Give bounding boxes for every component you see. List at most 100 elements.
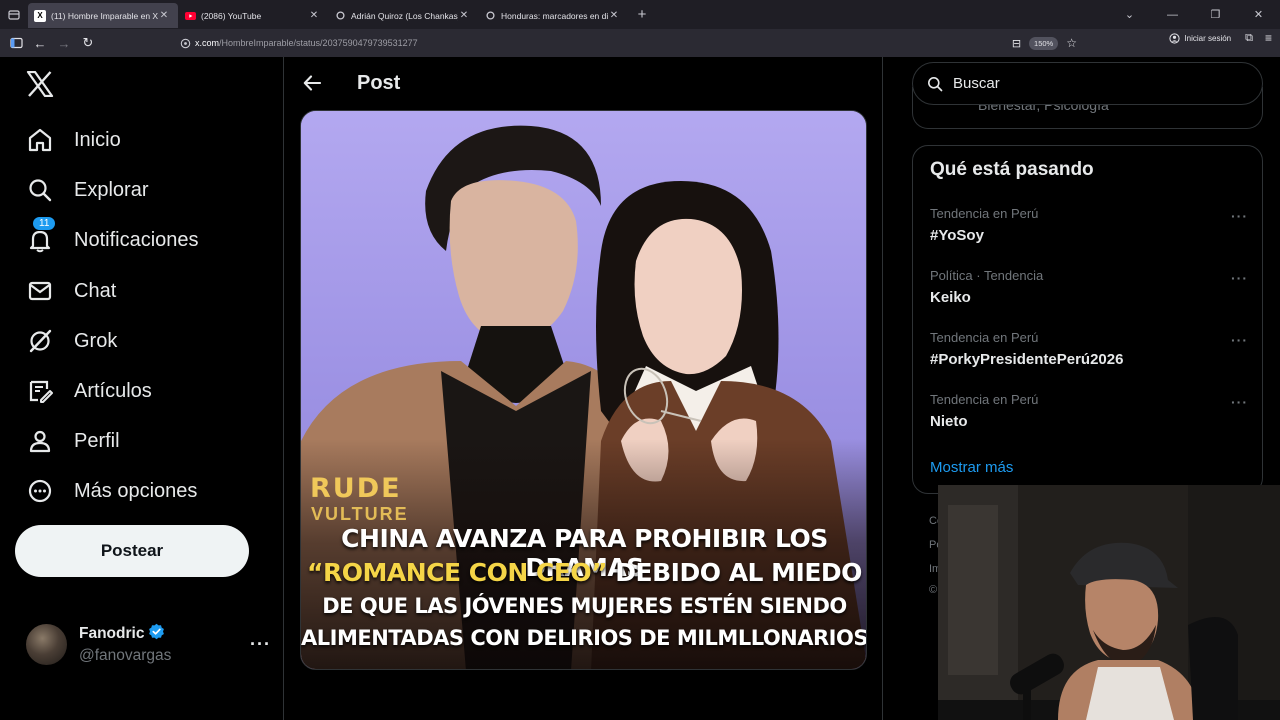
close-tab-icon[interactable]: ✕ bbox=[608, 10, 620, 21]
trend-context: Tendencia en Perú bbox=[930, 392, 1039, 407]
trends-panel: Qué está pasando Tendencia en Perú #YoSo… bbox=[912, 145, 1263, 494]
nav-item-explorar[interactable]: Explorar bbox=[26, 170, 148, 210]
webcam-overlay bbox=[938, 485, 1280, 720]
close-tab-icon[interactable]: ✕ bbox=[158, 10, 170, 21]
more-options-icon[interactable]: ··· bbox=[1231, 332, 1248, 348]
article-icon bbox=[26, 377, 54, 405]
trend-name: #YoSoy bbox=[930, 227, 984, 244]
nav-label: Grok bbox=[74, 329, 118, 352]
headline-line-3: DE QUE LAS JÓVENES MUJERES ESTÉN SIENDO bbox=[322, 594, 847, 618]
app-menu-icon[interactable]: ≡ bbox=[1265, 31, 1272, 45]
show-more-link[interactable]: Mostrar más bbox=[930, 459, 1013, 476]
search-icon bbox=[928, 76, 943, 91]
trend-item[interactable]: Tendencia en Perú Nieto ··· bbox=[930, 392, 1250, 442]
trend-item[interactable]: Tendencia en Perú #PorkyPresidentePerú20… bbox=[930, 330, 1250, 380]
nav-item-grok[interactable]: Grok bbox=[26, 321, 117, 361]
post-image[interactable]: RUDE VULTURE CHINA AVANZA PARA PROHIBIR … bbox=[300, 110, 867, 670]
nav-label: Chat bbox=[74, 279, 117, 302]
grok-icon bbox=[26, 327, 54, 355]
search-placeholder: Buscar bbox=[953, 75, 1000, 92]
brand-logo-vulture: VULTURE bbox=[311, 504, 409, 524]
browser-tab-honduras[interactable]: Honduras: marcadores en direct… ✕ bbox=[478, 3, 628, 28]
webcam-feed-illustration bbox=[938, 485, 1280, 720]
browser-tab-chankas[interactable]: Adrián Quiroz (Los Chankas) Está… ✕ bbox=[328, 3, 478, 28]
youtube-icon bbox=[184, 10, 196, 22]
headline-line-4: ALIMENTADAS CON DELIRIOS DE MILMLLONARIO… bbox=[301, 626, 867, 650]
account-handle: @fanovargas bbox=[79, 647, 172, 664]
x-logo-icon: X bbox=[34, 9, 46, 22]
url-host: x.com bbox=[195, 38, 220, 48]
trend-name: Keiko bbox=[930, 289, 971, 306]
forward-button[interactable]: → bbox=[52, 31, 76, 55]
extensions-icon[interactable]: ⧉ bbox=[1245, 32, 1253, 45]
headline-line-2: “ROMANCE CON CEO” DEBIDO AL MIEDO bbox=[301, 558, 866, 587]
tab-title: (2086) YouTube bbox=[201, 10, 262, 21]
nav-item-articulos[interactable]: Artículos bbox=[26, 371, 152, 411]
browser-nav-bar: ← → ↻ x.com/HombreImparable/status/20375… bbox=[0, 29, 1280, 57]
reload-button[interactable]: ↻ bbox=[76, 31, 100, 55]
sidebar-toggle-icon[interactable] bbox=[4, 31, 28, 55]
back-button[interactable]: ← bbox=[28, 31, 52, 55]
nav-item-mas-opciones[interactable]: Más opciones bbox=[26, 471, 197, 511]
nav-label: Perfil bbox=[74, 429, 120, 452]
search-icon bbox=[26, 176, 54, 204]
tab-title: Honduras: marcadores en direct… bbox=[501, 10, 608, 21]
site-info-icon[interactable] bbox=[175, 38, 195, 49]
account-switcher[interactable]: Fanodric @fanovargas ··· bbox=[26, 620, 271, 668]
verified-badge-icon bbox=[148, 623, 165, 645]
trend-context: Tendencia en Perú bbox=[930, 330, 1039, 345]
nav-item-chat[interactable]: Chat bbox=[26, 271, 116, 311]
new-tab-button[interactable]: + bbox=[628, 6, 656, 23]
more-options-icon[interactable]: ··· bbox=[1231, 270, 1248, 286]
web-icon bbox=[334, 10, 346, 22]
post-header: Post bbox=[284, 57, 882, 109]
nav-item-perfil[interactable]: Perfil bbox=[26, 421, 120, 461]
url-path: /HombreImparable/status/2037590479739531… bbox=[219, 38, 418, 48]
nav-label: Notificaciones bbox=[74, 228, 199, 251]
post-button[interactable]: Postear bbox=[15, 525, 249, 577]
trend-context: Política · Tendencia bbox=[930, 268, 1044, 283]
close-tab-icon[interactable]: ✕ bbox=[308, 10, 320, 21]
more-options-icon[interactable]: ··· bbox=[1231, 208, 1248, 224]
back-arrow-icon[interactable] bbox=[301, 72, 323, 94]
account-name: Fanodric bbox=[79, 625, 145, 642]
trend-name: #PorkyPresidentePerú2026 bbox=[930, 351, 1124, 368]
close-tab-icon[interactable]: ✕ bbox=[458, 10, 470, 21]
close-window-button[interactable]: ✕ bbox=[1237, 8, 1280, 21]
notification-count-badge: 11 bbox=[32, 216, 57, 231]
tab-title: (11) Hombre Imparable en X: "… bbox=[51, 10, 158, 21]
signin-button[interactable]: Iniciar sesión bbox=[1169, 32, 1232, 44]
bell-icon: 11 bbox=[26, 216, 57, 254]
trend-context: Tendencia en Perú bbox=[930, 206, 1039, 221]
nav-item-notificaciones[interactable]: 11 Notificaciones bbox=[26, 216, 199, 260]
person-icon bbox=[26, 427, 54, 455]
tab-list-menu-icon[interactable] bbox=[0, 0, 28, 29]
minimize-window-button[interactable]: — bbox=[1151, 9, 1194, 21]
zoom-level-badge[interactable]: 150% bbox=[1029, 36, 1059, 50]
account-more-icon[interactable]: ··· bbox=[250, 634, 271, 655]
trends-title: Qué está pasando bbox=[930, 159, 1094, 180]
restore-window-button[interactable]: ❐ bbox=[1194, 8, 1237, 21]
nav-label: Inicio bbox=[74, 128, 121, 151]
bookmark-star-icon[interactable]: ☆ bbox=[1066, 36, 1077, 50]
browser-tab-youtube[interactable]: (2086) YouTube ✕ bbox=[178, 3, 328, 28]
browser-tab-x[interactable]: X (11) Hombre Imparable en X: "… ✕ bbox=[28, 3, 178, 28]
more-options-icon[interactable]: ··· bbox=[1231, 394, 1248, 410]
nav-item-inicio[interactable]: Inicio bbox=[26, 120, 121, 160]
trend-name: Nieto bbox=[930, 413, 968, 430]
tab-overflow-chevron-icon[interactable]: ⌄ bbox=[1108, 8, 1151, 21]
nav-label: Más opciones bbox=[74, 479, 198, 502]
brand-logo-rude: RUDE bbox=[310, 473, 402, 504]
search-input[interactable]: Buscar bbox=[912, 62, 1263, 105]
signin-label: Iniciar sesión bbox=[1184, 33, 1232, 43]
x-logo-icon[interactable] bbox=[26, 70, 56, 101]
nav-label: Artículos bbox=[74, 379, 152, 402]
trend-item[interactable]: Política · Tendencia Keiko ··· bbox=[930, 268, 1250, 318]
avatar bbox=[26, 623, 67, 665]
reader-view-icon[interactable]: ⊟ bbox=[1012, 37, 1021, 50]
url-bar[interactable]: x.com/HombreImparable/status/20375904797… bbox=[175, 32, 1081, 54]
headline-rest: DEBIDO AL MIEDO bbox=[607, 558, 862, 587]
main-column: Post RUDE VULTURE CHINA AVANZA PARA PROH… bbox=[283, 57, 883, 720]
left-nav: Inicio Explorar 11 Notificaciones Chat G… bbox=[0, 57, 283, 720]
trend-item[interactable]: Tendencia en Perú #YoSoy ··· bbox=[930, 206, 1250, 256]
